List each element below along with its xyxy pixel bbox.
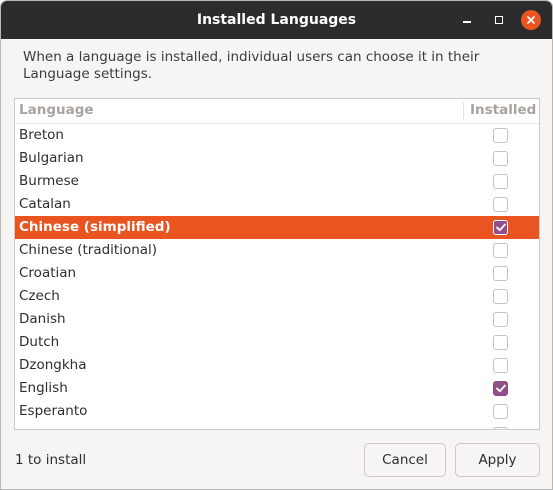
language-name: Burmese: [19, 173, 79, 189]
language-name: Chinese (traditional): [19, 242, 158, 258]
apply-button[interactable]: Apply: [455, 443, 540, 477]
language-row[interactable]: Breton: [15, 124, 539, 147]
maximize-icon: [495, 16, 503, 24]
language-name: Danish: [19, 311, 66, 327]
language-row[interactable]: Chinese (traditional): [15, 239, 539, 262]
language-row[interactable]: Burmese: [15, 170, 539, 193]
installed-checkbox[interactable]: [493, 427, 508, 429]
install-status: 1 to install: [15, 452, 87, 468]
language-name: Croatian: [19, 265, 77, 281]
language-name: Dzongkha: [19, 357, 87, 373]
language-name: Dutch: [19, 334, 60, 350]
list-header: Language Installed: [15, 99, 539, 124]
maximize-button[interactable]: [487, 1, 511, 39]
cancel-button[interactable]: Cancel: [364, 443, 446, 477]
installed-checkbox[interactable]: [493, 289, 508, 304]
minimize-button[interactable]: [455, 1, 479, 39]
language-name: Esperanto: [19, 403, 88, 419]
minimize-icon: [463, 21, 471, 23]
language-row[interactable]: Catalan: [15, 193, 539, 216]
language-row[interactable]: English: [15, 377, 539, 400]
list-rows: Breton Bulgarian Burmese Catalan Chinese (si…: [15, 124, 539, 429]
installed-checkbox[interactable]: [493, 174, 508, 189]
language-row[interactable]: Danish: [15, 308, 539, 331]
installed-checkbox[interactable]: [493, 128, 508, 143]
language-row[interactable]: Bulgarian: [15, 147, 539, 170]
column-header-language[interactable]: Language: [19, 99, 94, 122]
installed-languages-window: Installed Languages When a language is i…: [0, 0, 553, 490]
installed-checkbox[interactable]: [493, 381, 508, 396]
language-row[interactable]: Croatian: [15, 262, 539, 285]
language-row[interactable]: Esperanto: [15, 400, 539, 423]
column-header-installed[interactable]: Installed: [470, 99, 536, 122]
close-icon: [521, 10, 541, 30]
column-divider: [463, 102, 464, 120]
language-list[interactable]: Language Installed Breton Bulgarian Burmes…: [14, 98, 540, 430]
installed-checkbox[interactable]: [493, 151, 508, 166]
installed-checkbox[interactable]: [493, 266, 508, 281]
close-button[interactable]: [519, 1, 543, 39]
language-row[interactable]: [15, 423, 539, 429]
language-row[interactable]: Chinese (simplified): [15, 216, 539, 239]
language-row[interactable]: Czech: [15, 285, 539, 308]
language-row[interactable]: Dutch: [15, 331, 539, 354]
installed-checkbox[interactable]: [493, 197, 508, 212]
installed-checkbox[interactable]: [493, 404, 508, 419]
checkmark-icon: [495, 384, 506, 393]
language-name: English: [19, 380, 68, 396]
installed-checkbox[interactable]: [493, 335, 508, 350]
title-bar[interactable]: Installed Languages: [1, 1, 552, 39]
description-text: When a language is installed, individual…: [23, 49, 480, 82]
installed-checkbox[interactable]: [493, 243, 508, 258]
language-row[interactable]: Dzongkha: [15, 354, 539, 377]
language-name: Breton: [19, 127, 64, 143]
checkmark-icon: [495, 223, 506, 232]
installed-checkbox[interactable]: [493, 358, 508, 373]
language-name: Bulgarian: [19, 150, 84, 166]
language-name: Catalan: [19, 196, 71, 212]
language-name: Czech: [19, 288, 60, 304]
installed-checkbox[interactable]: [493, 220, 508, 235]
installed-checkbox[interactable]: [493, 312, 508, 327]
language-name: Chinese (simplified): [19, 219, 171, 235]
